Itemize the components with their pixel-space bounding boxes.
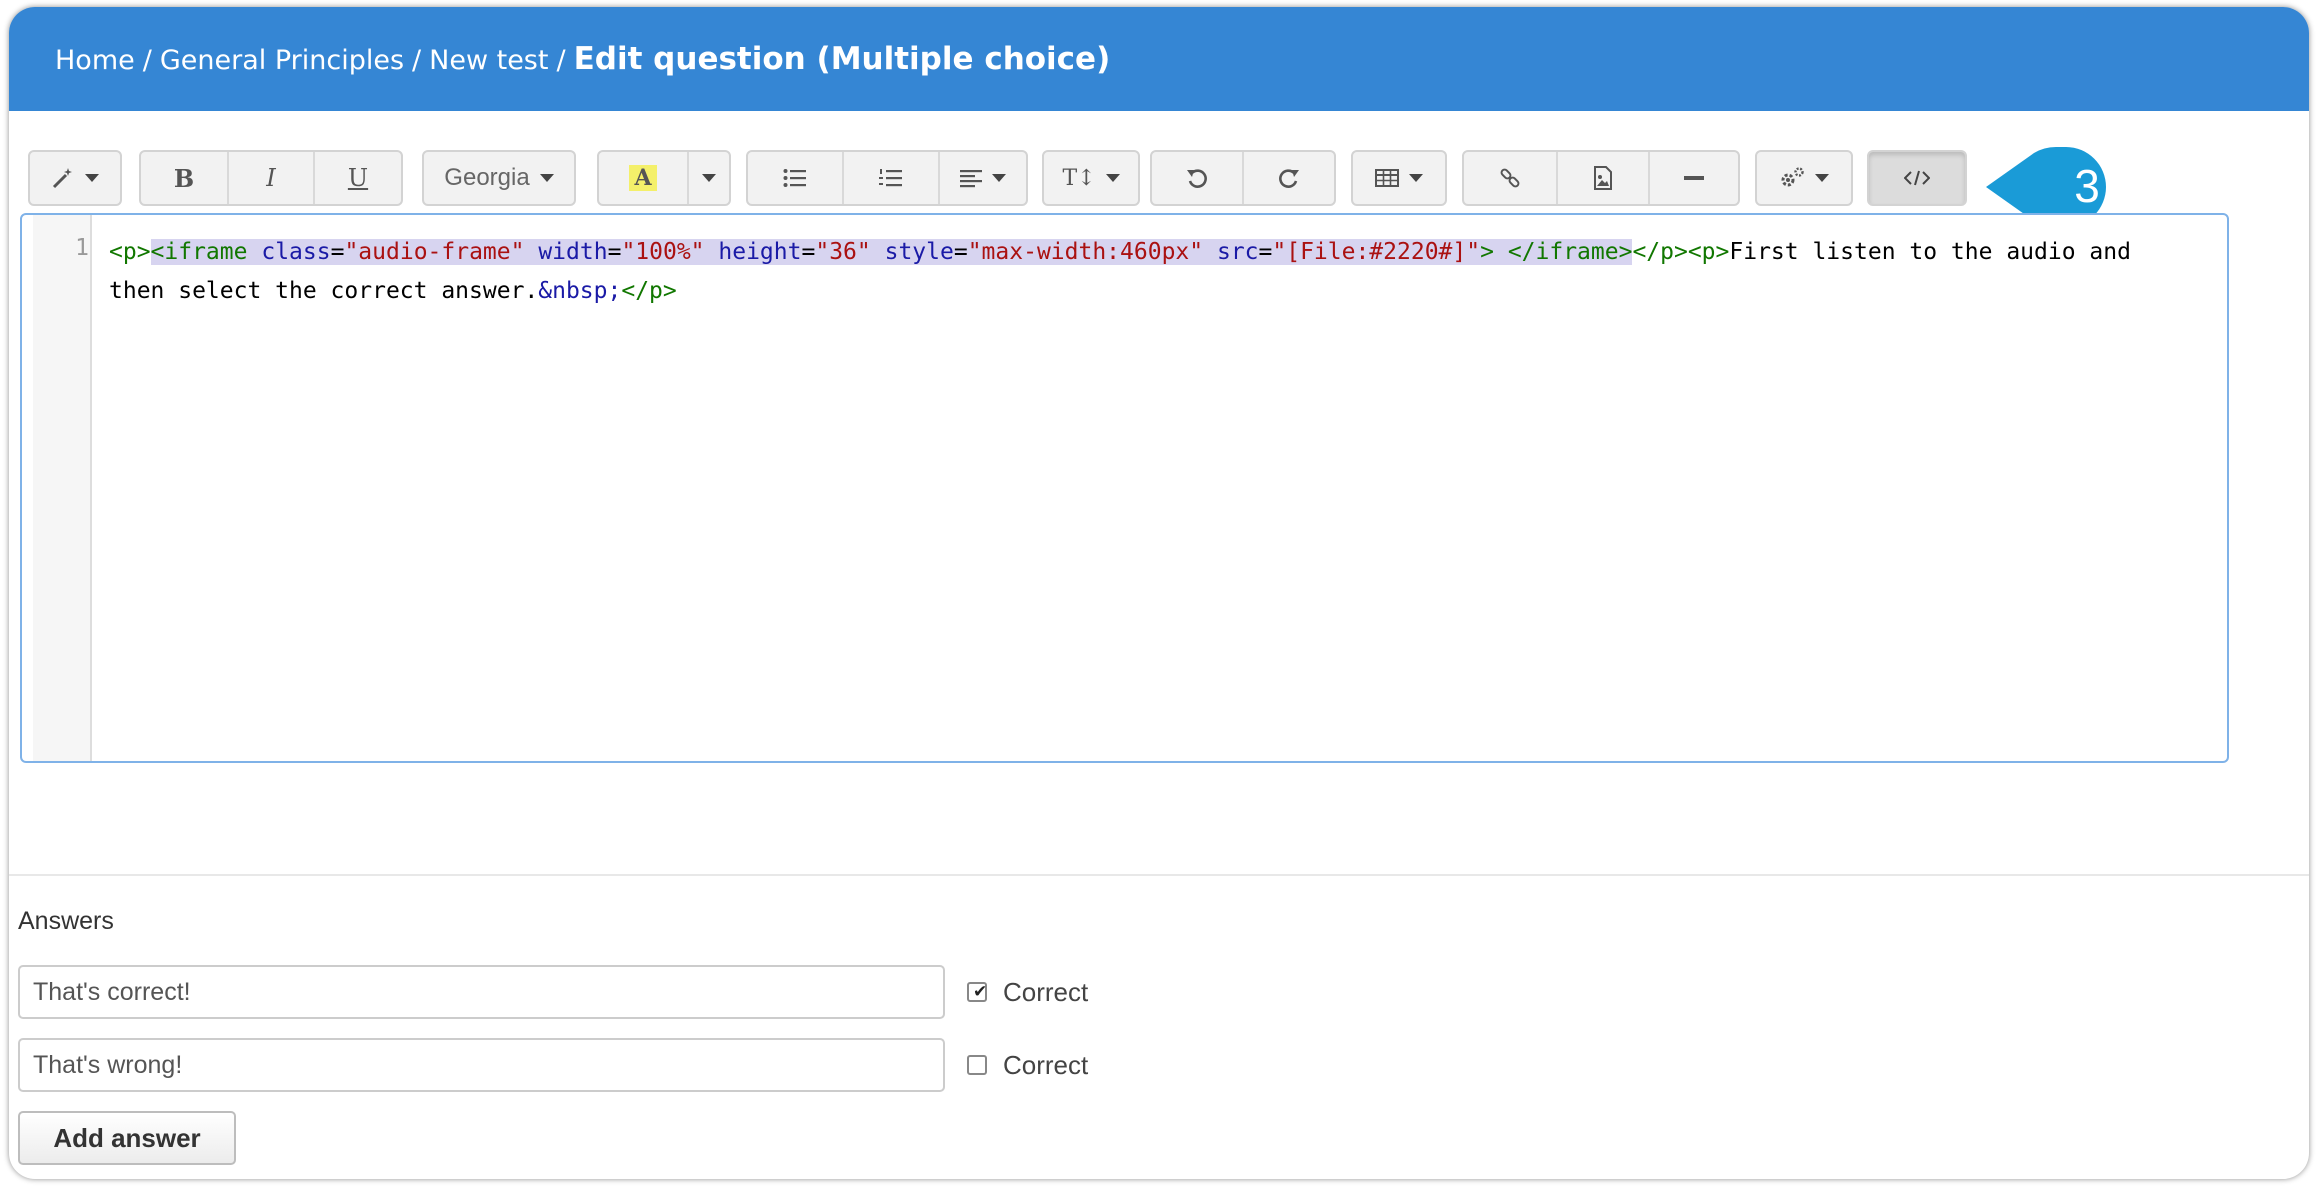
selected-code: <iframe class="audio-frame" width="100%"…: [150, 239, 1633, 265]
code-attr: style: [884, 239, 954, 265]
color-dropdown-button[interactable]: [689, 152, 729, 204]
bold-button[interactable]: B: [141, 152, 229, 204]
ordered-list-button[interactable]: [844, 152, 940, 204]
font-group: Georgia: [422, 150, 576, 206]
table-icon: [1375, 168, 1399, 188]
breadcrumb: Home / General Principles / New test / Edit qu…: [55, 7, 1110, 111]
code-attr: height: [718, 239, 802, 265]
font-size-group: T↕: [1042, 150, 1140, 206]
code-view-icon: [1904, 169, 1930, 187]
font-family-label: Georgia: [444, 164, 530, 191]
format-group: B I U: [139, 150, 403, 206]
code-token: <p>: [1687, 239, 1730, 265]
chevron-down-icon: [539, 174, 554, 182]
line-number-gutter: 1: [33, 215, 92, 761]
horizontal-rule-icon: [1684, 175, 1704, 181]
chevron-down-icon: [702, 174, 716, 182]
correct-label-2: Correct: [1003, 1050, 1089, 1080]
style-group: [28, 150, 122, 206]
chevron-down-icon: [1105, 174, 1120, 182]
insert-image-button[interactable]: [1558, 152, 1650, 204]
code-value: "audio-frame": [344, 239, 525, 265]
code-view-button[interactable]: [1869, 152, 1965, 204]
checkmark-icon: ✔: [973, 982, 988, 1002]
page-title: Edit question (Multiple choice): [573, 41, 1111, 77]
list-group: [746, 150, 1028, 206]
header-bar: Home / General Principles / New test / Edit qu…: [9, 7, 2309, 111]
code-editor[interactable]: 1 <p><iframe class="audio-frame" width="…: [20, 213, 2229, 763]
insert-group: [1462, 150, 1740, 206]
redo-icon: [1278, 167, 1300, 189]
breadcrumb-new-test[interactable]: New test: [429, 45, 548, 76]
code-value: "[File:#2220#]": [1272, 239, 1481, 265]
add-answer-button[interactable]: Add answer: [18, 1111, 236, 1165]
font-size-dropdown[interactable]: T↕: [1044, 152, 1138, 204]
correct-checkbox-1[interactable]: ✔: [967, 982, 987, 1002]
image-icon: [1593, 166, 1613, 190]
highlight-button[interactable]: A: [599, 152, 689, 204]
italic-button[interactable]: I: [229, 152, 315, 204]
chevron-down-icon: [85, 174, 99, 182]
unordered-list-button[interactable]: [748, 152, 844, 204]
code-token: <p>: [109, 239, 151, 265]
history-group: [1150, 150, 1336, 206]
code-entity: &nbsp;: [538, 278, 622, 304]
horizontal-rule-button[interactable]: [1650, 152, 1738, 204]
highlight-icon: A: [629, 165, 657, 191]
code-token: </p>: [1632, 239, 1688, 265]
line-number: 1: [75, 235, 89, 261]
undo-button[interactable]: [1152, 152, 1244, 204]
breadcrumb-general-principles[interactable]: General Principles: [160, 45, 404, 76]
table-group: [1351, 150, 1447, 206]
code-attr: class: [261, 239, 331, 265]
correct-checkbox-2[interactable]: [967, 1055, 987, 1075]
link-icon: [1499, 167, 1521, 189]
correct-label-1: Correct: [1003, 977, 1089, 1007]
answers-heading: Answers: [18, 907, 114, 935]
chevron-down-icon: [1409, 174, 1423, 182]
code-token: >: [1480, 239, 1494, 265]
chevron-down-icon: [992, 174, 1006, 182]
html-source-code[interactable]: <p><iframe class="audio-frame" width="10…: [109, 233, 2199, 311]
code-view-group: [1867, 150, 1967, 206]
redo-button[interactable]: [1244, 152, 1334, 204]
ordered-list-icon: [879, 168, 903, 188]
main-card: Home / General Principles / New test / Edit qu…: [9, 7, 2309, 1179]
section-divider: [9, 874, 2309, 876]
paragraph-align-dropdown[interactable]: [940, 152, 1026, 204]
answer-input-2[interactable]: That's wrong!: [18, 1038, 945, 1092]
code-token: </p>: [621, 278, 677, 304]
step-callout-number: 3: [2074, 160, 2100, 212]
code-token: </iframe>: [1507, 239, 1633, 265]
font-size-icon: T↕: [1062, 165, 1096, 191]
breadcrumb-separator: /: [412, 45, 422, 76]
code-value: "max-width:460px": [967, 239, 1204, 265]
unordered-list-icon: [783, 168, 807, 188]
font-family-dropdown[interactable]: Georgia: [424, 152, 574, 204]
color-group: A: [597, 150, 731, 206]
breadcrumb-separator: /: [556, 45, 566, 76]
settings-group: [1755, 150, 1853, 206]
code-attr: src: [1216, 239, 1259, 265]
underline-button[interactable]: U: [315, 152, 401, 204]
settings-icon: [1779, 166, 1805, 190]
insert-link-button[interactable]: [1464, 152, 1558, 204]
code-token: <iframe: [150, 239, 248, 265]
code-value: "36": [815, 239, 871, 265]
magic-wand-icon: [51, 166, 75, 190]
chevron-down-icon: [1815, 174, 1829, 182]
align-left-icon: [960, 168, 982, 188]
style-dropdown-button[interactable]: [30, 152, 120, 204]
answer-input-1[interactable]: That's correct!: [18, 965, 945, 1019]
breadcrumb-separator: /: [142, 45, 152, 76]
insert-table-dropdown[interactable]: [1353, 152, 1445, 204]
code-value: "100%": [621, 239, 705, 265]
undo-icon: [1186, 167, 1208, 189]
code-attr: width: [538, 239, 608, 265]
breadcrumb-home[interactable]: Home: [55, 45, 135, 76]
settings-dropdown[interactable]: [1757, 152, 1851, 204]
